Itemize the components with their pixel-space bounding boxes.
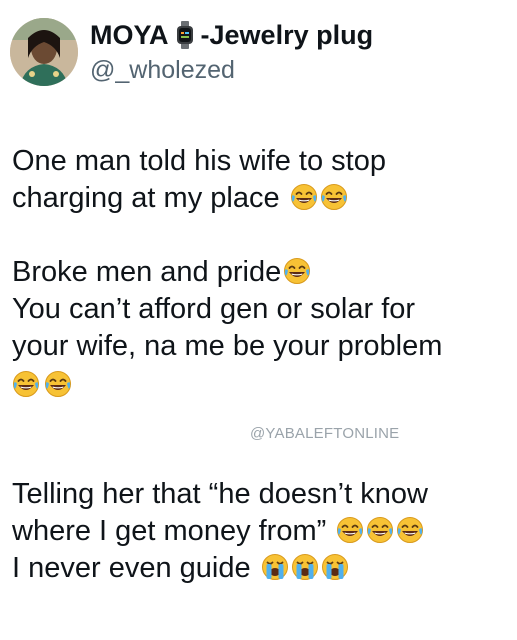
watch-icon — [175, 21, 195, 49]
face-with-tears-of-joy-icon — [336, 516, 364, 544]
tweet-line-3-text: Broke men and pride — [12, 256, 282, 288]
tweet-line-7: where I get money from” — [12, 513, 507, 550]
watermark: @YABALEFTONLINE — [250, 425, 400, 442]
emoji-line — [12, 365, 507, 402]
display-name-suffix: -Jewelry plug — [200, 20, 374, 50]
tweet-body: One man told his wife to stop charging a… — [12, 143, 507, 587]
loudly-crying-face-icon — [261, 553, 289, 581]
avatar[interactable] — [10, 18, 78, 86]
face-with-tears-of-joy-icon — [366, 516, 394, 544]
tweet-line-5: your wife, na me be your problem — [12, 328, 507, 365]
tweet-line-1: One man told his wife to stop — [12, 143, 507, 180]
tweet-header: MOYA -Jewelry plug @_wholezed — [10, 14, 373, 90]
tweet-line-6: Telling her that “he doesn’t know — [12, 476, 507, 513]
tweet-line-8: I never even guide — [12, 550, 507, 587]
tweet-line-2: charging at my place — [12, 180, 507, 217]
tweet-line-6-text: Telling her that “he doesn’t know — [12, 478, 428, 510]
display-name-text: MOYA — [90, 20, 169, 50]
display-name[interactable]: MOYA -Jewelry plug — [90, 18, 373, 52]
tweet-line-4-text: You can’t afford gen or solar for — [12, 293, 416, 325]
loudly-crying-face-icon — [291, 553, 319, 581]
tweet-line-4: You can’t afford gen or solar for — [12, 291, 507, 328]
face-with-tears-of-joy-icon — [12, 370, 40, 398]
tweet-line-8-text: I never even guide — [12, 552, 251, 584]
tweet-line-3: Broke men and pride — [12, 254, 507, 291]
face-with-tears-of-joy-icon — [396, 516, 424, 544]
tweet-line-2-text: charging at my place — [12, 182, 280, 214]
face-with-tears-of-joy-icon — [320, 183, 348, 211]
face-with-tears-of-joy-icon — [44, 370, 72, 398]
tweet-line-7-text: where I get money from” — [12, 515, 327, 547]
face-with-tears-of-joy-icon — [290, 183, 318, 211]
tweet-line-5-text: your wife, na me be your problem — [12, 330, 443, 362]
user-handle[interactable]: @_wholezed — [90, 54, 373, 86]
loudly-crying-face-icon — [321, 553, 349, 581]
face-with-tears-of-joy-icon — [283, 257, 311, 285]
tweet-line-1-text: One man told his wife to stop — [12, 145, 386, 177]
